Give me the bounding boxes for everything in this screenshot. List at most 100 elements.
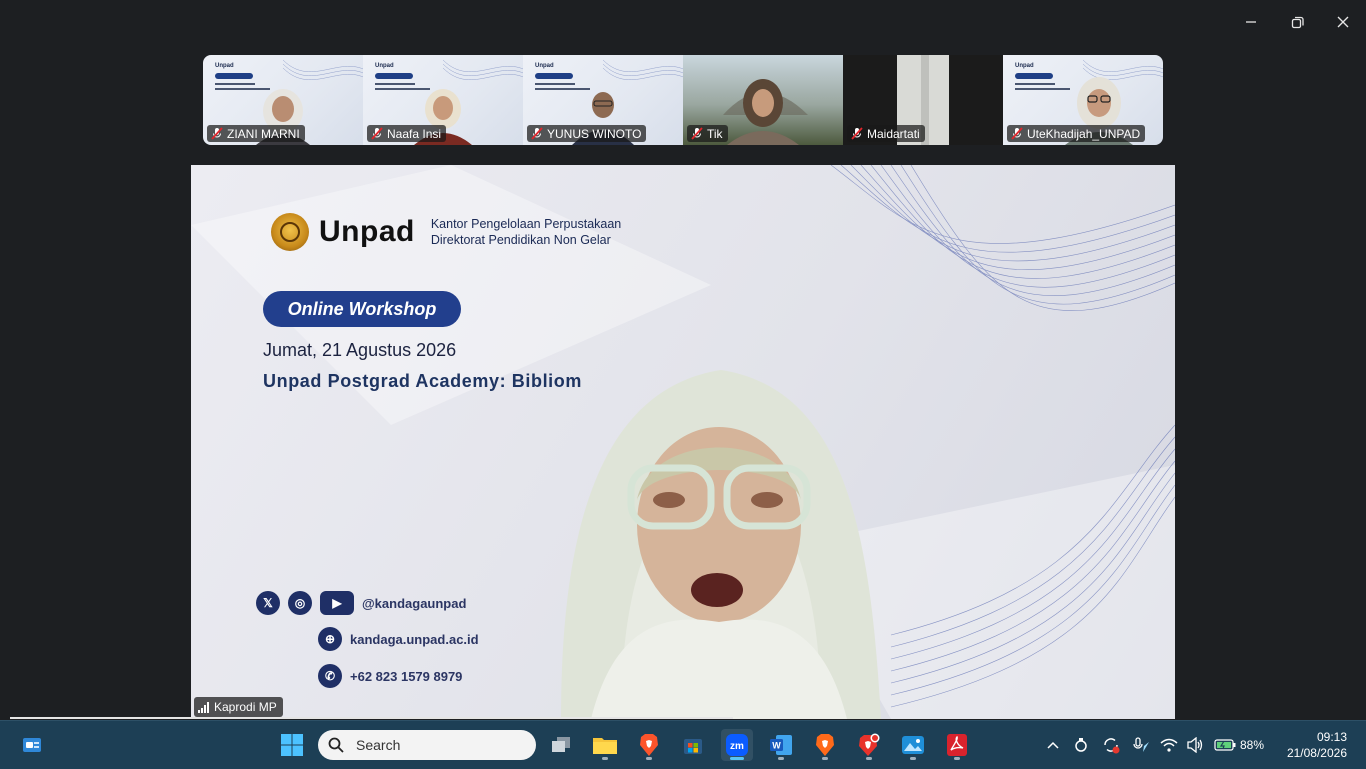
running-indicator bbox=[822, 757, 828, 760]
running-indicator bbox=[910, 757, 916, 760]
mic-muted-icon bbox=[531, 127, 543, 140]
speaker-video-feed bbox=[561, 370, 881, 719]
participant-name-tag: Naafa Insi bbox=[367, 125, 447, 142]
svg-text:W: W bbox=[772, 741, 781, 751]
taskbar-app-brave-2[interactable] bbox=[809, 729, 841, 761]
taskbar-app-store[interactable] bbox=[677, 729, 709, 761]
volume-button[interactable] bbox=[1182, 729, 1208, 761]
clock-time: 09:13 bbox=[1316, 730, 1347, 744]
sync-status-button[interactable] bbox=[1096, 729, 1126, 761]
svg-text:zm: zm bbox=[730, 741, 744, 752]
close-icon bbox=[1337, 16, 1349, 28]
battery-charging-icon bbox=[1214, 739, 1236, 751]
taskbar-search-box[interactable] bbox=[318, 730, 536, 760]
running-indicator bbox=[954, 757, 960, 760]
slide-website-row: ⊕ kandaga.unpad.ac.id bbox=[318, 627, 479, 651]
participant-name: ZIANI MARNI bbox=[227, 126, 300, 141]
participant-tile[interactable]: Tik bbox=[683, 55, 843, 145]
slide-website: kandaga.unpad.ac.id bbox=[350, 631, 479, 647]
photos-icon bbox=[902, 736, 924, 754]
widgets-button[interactable] bbox=[16, 729, 48, 761]
microphone-location-icon bbox=[1133, 737, 1149, 752]
participant-tile[interactable]: Unpad UteKhadijah_UNPAD bbox=[1003, 55, 1163, 145]
taskbar-app-acrobat[interactable] bbox=[941, 729, 973, 761]
brave-beta-icon bbox=[859, 733, 880, 756]
file-explorer-icon bbox=[593, 738, 617, 754]
slide-badge: Online Workshop bbox=[263, 291, 461, 327]
start-button[interactable] bbox=[276, 729, 308, 761]
whatsapp-icon: ✆ bbox=[318, 664, 342, 688]
participant-tile[interactable]: Maidartati bbox=[843, 55, 1003, 145]
taskbar-app-brave-beta[interactable] bbox=[853, 729, 885, 761]
slide-phone-row: ✆ +62 823 1579 8979 bbox=[318, 664, 462, 688]
taskbar-app-file-explorer[interactable] bbox=[589, 729, 621, 761]
wifi-button[interactable] bbox=[1156, 729, 1182, 761]
tray-ring-icon bbox=[1075, 738, 1087, 752]
participant-name-tag: Maidartati bbox=[847, 125, 925, 142]
slide-brand: Unpad bbox=[319, 215, 415, 248]
participant-name-tag: Tik bbox=[687, 125, 728, 142]
window-border-line bbox=[10, 717, 733, 719]
search-input[interactable] bbox=[354, 736, 508, 754]
microphone-in-use-button[interactable] bbox=[1126, 729, 1156, 761]
slide-title: Unpad Postgrad Academy: Bibliom bbox=[263, 371, 582, 391]
microsoft-store-icon bbox=[684, 739, 702, 754]
brave-icon bbox=[816, 734, 834, 756]
system-clock[interactable]: 09:13 21/08/2026 bbox=[1287, 729, 1347, 761]
speaker-icon bbox=[1187, 737, 1203, 753]
speaker-name-tag: Kaprodi MP bbox=[194, 697, 283, 717]
close-button[interactable] bbox=[1329, 8, 1357, 36]
minimize-icon bbox=[1246, 21, 1256, 23]
task-view-button[interactable] bbox=[545, 729, 577, 761]
active-speaker-video[interactable]: Unpad Kantor Pengelolaan Perpustakaan Di… bbox=[191, 165, 1175, 719]
participant-name-tag: YUNUS WINOTO bbox=[527, 125, 647, 142]
minimize-button[interactable] bbox=[1237, 8, 1265, 36]
taskbar-app-photos[interactable] bbox=[897, 729, 929, 761]
participant-gallery: Unpad ZIANI MARNI Unpad Naafa Insi Unpad bbox=[203, 55, 1163, 145]
chevron-up-icon bbox=[1047, 741, 1059, 749]
participant-name-tag: UteKhadijah_UNPAD bbox=[1007, 125, 1146, 142]
taskbar-app-zoom[interactable]: zm bbox=[721, 729, 753, 761]
speaker-name: Kaprodi MP bbox=[214, 700, 277, 714]
clock-date: 21/08/2026 bbox=[1286, 746, 1347, 760]
slide-org-line2: Direktorat Pendidikan Non Gelar bbox=[430, 233, 611, 247]
taskbar-app-word[interactable]: W bbox=[765, 729, 797, 761]
participant-name: Maidartati bbox=[867, 126, 920, 141]
tray-app-button[interactable] bbox=[1066, 729, 1096, 761]
mic-muted-icon bbox=[371, 127, 383, 140]
participant-name-tag: ZIANI MARNI bbox=[207, 125, 305, 142]
youtube-icon: ▶ bbox=[320, 591, 354, 615]
slide-logo: Unpad Kantor Pengelolaan Perpustakaan Di… bbox=[271, 213, 621, 251]
battery-indicator[interactable]: 88% bbox=[1214, 738, 1264, 752]
start-icon bbox=[281, 734, 303, 756]
participant-name: Naafa Insi bbox=[387, 126, 442, 141]
running-indicator bbox=[646, 757, 652, 760]
sync-icon bbox=[1104, 738, 1120, 754]
taskbar: zm W bbox=[0, 720, 1366, 769]
participant-name: Tik bbox=[707, 126, 723, 141]
slide-phone: +62 823 1579 8979 bbox=[350, 668, 463, 684]
slide-social-row: 𝕏 ◎ ▶ @kandagaunpad bbox=[256, 591, 466, 615]
task-view-icon bbox=[552, 737, 570, 752]
battery-percentage: 88% bbox=[1240, 738, 1265, 752]
running-indicator bbox=[866, 757, 872, 760]
running-indicator bbox=[778, 757, 784, 760]
slide-social-handle: @kandagaunpad bbox=[362, 595, 467, 611]
show-hidden-icons-button[interactable] bbox=[1040, 729, 1066, 761]
running-indicator bbox=[730, 757, 744, 760]
signal-strength-icon bbox=[198, 701, 209, 713]
participant-tile[interactable]: Unpad YUNUS WINOTO bbox=[523, 55, 683, 145]
participant-tile[interactable]: Unpad Naafa Insi bbox=[363, 55, 523, 145]
restore-icon bbox=[1291, 16, 1304, 28]
slide-date: Jumat, 21 Agustus 2026 bbox=[263, 340, 457, 360]
widgets-icon bbox=[23, 738, 41, 752]
running-indicator bbox=[602, 757, 608, 760]
participant-tile[interactable]: Unpad ZIANI MARNI bbox=[203, 55, 363, 145]
mic-muted-icon bbox=[211, 127, 223, 140]
zoom-icon: zm bbox=[726, 734, 748, 756]
search-icon bbox=[328, 737, 344, 753]
taskbar-app-brave[interactable] bbox=[633, 729, 665, 761]
restore-button[interactable] bbox=[1283, 8, 1311, 36]
globe-icon: ⊕ bbox=[318, 627, 342, 651]
mic-muted-icon bbox=[1011, 127, 1023, 140]
